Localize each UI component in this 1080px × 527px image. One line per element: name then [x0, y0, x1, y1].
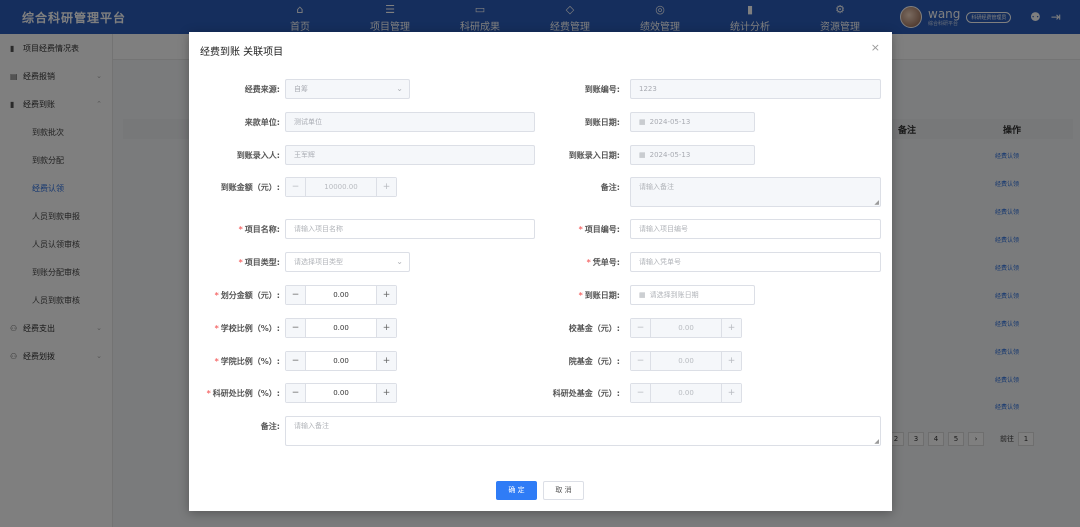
source-select[interactable]: 自筹 ⌄ — [285, 79, 410, 99]
decrease-button[interactable]: − — [286, 286, 306, 304]
decrease-button[interactable]: − — [286, 384, 306, 402]
calendar-icon: ▦ — [639, 151, 646, 159]
increase-button[interactable]: + — [721, 352, 741, 370]
link-project-dialog: 经费到账 关联项目 × 经费来源: 自筹 ⌄ 到账编号: 1223 来款单位: 测… — [189, 32, 892, 511]
decrease-button[interactable]: − — [286, 352, 306, 370]
project-type-select[interactable]: 请选择项目类型 ⌄ — [285, 252, 410, 272]
arrival-no-label: 到账编号: — [584, 85, 620, 94]
confirm-button[interactable]: 确 定 — [496, 481, 537, 500]
right-note-textarea[interactable]: 请输入备注 ◢ — [630, 177, 881, 207]
chevron-down-icon: ⌄ — [396, 257, 403, 266]
note-textarea[interactable]: 请输入备注 ◢ — [285, 416, 881, 446]
voucher-input[interactable]: 请输入凭单号 — [630, 252, 881, 272]
amount-label: 到账金额（元）: — [220, 183, 280, 192]
school-ratio-stepper[interactable]: − 0.00 + — [285, 318, 397, 338]
arrival-no-input[interactable]: 1223 — [630, 79, 881, 99]
cancel-button[interactable]: 取 消 — [543, 481, 584, 500]
resize-handle-icon[interactable]: ◢ — [874, 199, 879, 206]
dialog-title: 经费到账 关联项目 — [200, 47, 284, 58]
voucher-label: * 凭单号: — [586, 258, 620, 267]
source-label: 经费来源: — [244, 85, 280, 94]
school-fund-label: 校基金（元）: — [568, 324, 620, 333]
school-fund-stepper[interactable]: − 0.00 + — [630, 318, 742, 338]
college-fund-stepper[interactable]: − 0.00 + — [630, 351, 742, 371]
college-ratio-stepper[interactable]: − 0.00 + — [285, 351, 397, 371]
calendar-icon: ▦ — [639, 291, 646, 299]
project-no-label: * 项目编号: — [578, 225, 620, 234]
payer-input[interactable]: 测试单位 — [285, 112, 535, 132]
calendar-icon: ▦ — [639, 118, 646, 126]
recorder-label: 到账录入人: — [236, 151, 280, 160]
right-note-label: 备注: — [600, 183, 620, 192]
entry-date-picker[interactable]: ▦ 2024-05-13 — [630, 145, 755, 165]
decrease-button[interactable]: − — [286, 319, 306, 337]
arrival-date2-picker[interactable]: ▦ 请选择到账日期 — [630, 285, 755, 305]
project-type-label: * 项目类型: — [238, 258, 280, 267]
research-ratio-stepper[interactable]: − 0.00 + — [285, 383, 397, 403]
increase-button[interactable]: + — [721, 319, 741, 337]
arrival-date2-label: * 到账日期: — [578, 291, 620, 300]
increase-button[interactable]: + — [721, 384, 741, 402]
amount-stepper[interactable]: − 10000.00 + — [285, 177, 397, 197]
increase-button[interactable]: + — [376, 384, 396, 402]
entry-date-label: 到账录入日期: — [568, 151, 620, 160]
increase-button[interactable]: + — [376, 319, 396, 337]
project-name-label: * 项目名称: — [238, 225, 280, 234]
arrival-date-label: 到账日期: — [584, 118, 620, 127]
arrival-date-picker[interactable]: ▦ 2024-05-13 — [630, 112, 755, 132]
decrease-button[interactable]: − — [286, 178, 306, 196]
note-label: 备注: — [260, 422, 280, 431]
increase-button[interactable]: + — [376, 178, 396, 196]
project-no-input[interactable]: 请输入项目编号 — [630, 219, 881, 239]
chevron-down-icon: ⌄ — [396, 84, 403, 93]
research-fund-stepper[interactable]: − 0.00 + — [630, 383, 742, 403]
decrease-button[interactable]: − — [631, 319, 651, 337]
school-ratio-label: * 学校比例（%）: — [214, 324, 280, 333]
resize-handle-icon[interactable]: ◢ — [874, 438, 879, 445]
decrease-button[interactable]: − — [631, 352, 651, 370]
increase-button[interactable]: + — [376, 286, 396, 304]
close-icon[interactable]: × — [871, 41, 880, 54]
project-name-input[interactable]: 请输入项目名称 — [285, 219, 535, 239]
recorder-input[interactable]: 王军辉 — [285, 145, 535, 165]
increase-button[interactable]: + — [376, 352, 396, 370]
college-ratio-label: * 学院比例（%）: — [214, 357, 280, 366]
college-fund-label: 院基金（元）: — [568, 357, 620, 366]
decrease-button[interactable]: − — [631, 384, 651, 402]
alloc-amount-label: * 划分金额（元）: — [214, 291, 280, 300]
research-ratio-label: * 科研处比例（%）: — [206, 389, 280, 398]
alloc-amount-stepper[interactable]: − 0.00 + — [285, 285, 397, 305]
payer-label: 来款单位: — [244, 118, 280, 127]
research-fund-label: 科研处基金（元）: — [552, 389, 620, 398]
